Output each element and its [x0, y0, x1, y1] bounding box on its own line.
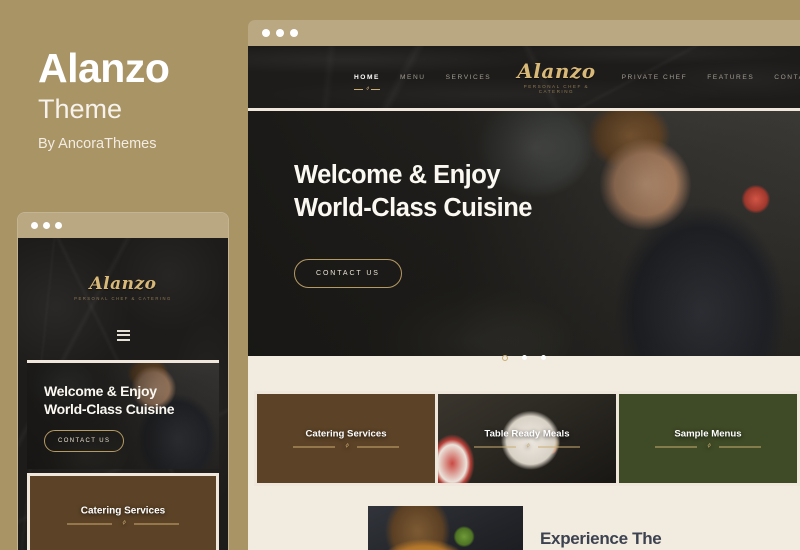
window-maximize-dot-icon[interactable]: [55, 222, 62, 229]
slider-dot-2[interactable]: [522, 355, 527, 361]
feature-section: Experience The Sublime! Lorem ipsum dolo…: [248, 492, 800, 550]
nav-item-home[interactable]: Home ◊: [344, 73, 390, 92]
nav-item-contact-us[interactable]: Contact Us: [764, 74, 800, 81]
desktop-site-logo[interactable]: Alanzo Personal Chef & Catering: [517, 61, 595, 94]
hero-heading-line-1: Welcome & Enjoy: [294, 160, 501, 189]
hamburger-bar: [116, 334, 130, 337]
service-card-title-wrap: Catering Services ◊: [257, 428, 435, 449]
mobile-hero-slider: Welcome & Enjoy World-Class Cuisine Cont…: [27, 360, 219, 469]
slider-dot-1[interactable]: [501, 354, 508, 361]
hamburger-menu-icon[interactable]: [18, 330, 228, 343]
window-minimize-dot-icon[interactable]: [43, 222, 50, 229]
hero-heading-line-1: Welcome & Enjoy: [44, 383, 157, 399]
window-close-dot-icon[interactable]: [31, 222, 38, 229]
window-close-dot-icon[interactable]: [262, 29, 270, 37]
mobile-card-title: Catering Services: [80, 505, 166, 517]
gold-divider-ornament-icon: ◊: [67, 521, 179, 527]
desktop-contact-us-button[interactable]: Contact Us: [294, 258, 402, 288]
logo-wordmark: Alanzo: [89, 274, 157, 294]
service-card-table-ready[interactable]: Table Ready Meals ◊: [438, 394, 619, 483]
hero-overlay: [248, 110, 800, 356]
mobile-hero-heading: Welcome & Enjoy World-Class Cuisine: [44, 383, 174, 419]
service-card-title-wrap: Sample Menus ◊: [619, 428, 797, 449]
page-title: Alanzo: [38, 45, 170, 91]
logo-tagline: Personal Chef & Catering: [74, 296, 172, 301]
feature-heading-line-1: Experience The: [540, 529, 662, 548]
feature-heading: Experience The Sublime!: [540, 528, 662, 550]
gold-divider-ornament-icon: ◊: [292, 443, 400, 449]
service-card-title-wrap: Table Ready Meals ◊: [438, 428, 616, 449]
desktop-hero-slider: Welcome & Enjoy World-Class Cuisine Cont…: [248, 110, 800, 356]
page-subtitle: Theme: [38, 94, 123, 124]
window-minimize-dot-icon[interactable]: [276, 29, 284, 37]
nav-inner: Home ◊ Menu Services Alanzo Personal Che…: [248, 46, 800, 108]
mobile-browser-chrome: [18, 213, 228, 238]
nav-item-label: Services: [445, 73, 492, 81]
nav-item-label: Menu: [399, 73, 426, 81]
active-nav-underline-icon: ◊: [353, 86, 380, 92]
service-card-title: Sample Menus: [674, 428, 742, 439]
nav-links-right: Private Chef Features Contact Us: [612, 74, 800, 81]
theme-author: By AncoraThemes: [38, 136, 157, 152]
window-maximize-dot-icon[interactable]: [290, 29, 298, 37]
service-cards-row: Catering Services ◊ Table Ready Meals ◊ …: [254, 391, 800, 486]
service-card-catering[interactable]: Catering Services ◊: [257, 394, 438, 483]
nav-links-left: Home ◊ Menu Services: [344, 73, 502, 92]
nav-item-services[interactable]: Services: [436, 74, 502, 81]
desktop-viewport: Home ◊ Menu Services Alanzo Personal Che…: [248, 46, 800, 550]
mobile-viewport: Alanzo Personal Chef & Catering Welcome …: [18, 238, 228, 550]
nav-item-label: Private Chef: [621, 73, 688, 81]
mobile-site-logo[interactable]: Alanzo Personal Chef & Catering: [18, 274, 228, 302]
logo-wordmark: Alanzo: [517, 58, 596, 83]
gold-divider-ornament-icon: ◊: [654, 443, 762, 449]
desktop-browser-chrome: [248, 20, 800, 46]
desktop-preview-mockup: Home ◊ Menu Services Alanzo Personal Che…: [248, 20, 800, 550]
nav-item-menu[interactable]: Menu: [390, 74, 436, 81]
logo-tagline: Personal Chef & Catering: [523, 83, 590, 94]
desktop-hero-heading: Welcome & Enjoy World-Class Cuisine: [294, 159, 533, 225]
nav-item-features[interactable]: Features: [697, 74, 764, 81]
hamburger-bar: [116, 338, 130, 341]
slider-dot-3[interactable]: [541, 355, 547, 361]
hero-heading-line-2: World-Class Cuisine: [44, 400, 175, 417]
nav-item-private-chef[interactable]: Private Chef: [612, 74, 698, 81]
feature-pasta-photo: [368, 506, 523, 550]
service-card-sample-menus[interactable]: Sample Menus ◊: [619, 394, 797, 483]
nav-item-label: Home: [354, 73, 380, 81]
nav-item-label: Features: [707, 73, 755, 81]
gold-divider-ornament-icon: ◊: [473, 443, 581, 449]
nav-item-label: Contact Us: [774, 73, 800, 81]
hero-heading-line-2: World-Class Cuisine: [294, 193, 533, 222]
service-card-title: Catering Services: [305, 428, 387, 439]
mobile-preview-mockup: Alanzo Personal Chef & Catering Welcome …: [18, 213, 228, 550]
site-navigation-bar: Home ◊ Menu Services Alanzo Personal Che…: [248, 46, 800, 108]
mobile-contact-us-button[interactable]: Contact Us: [44, 430, 125, 452]
hamburger-bar: [116, 330, 130, 332]
mobile-service-card[interactable]: Catering Services ◊: [27, 473, 219, 550]
service-card-title: Table Ready Meals: [484, 428, 570, 439]
slider-pagination-dots: [248, 349, 800, 367]
mobile-card-title-wrap: Catering Services ◊: [30, 506, 216, 527]
